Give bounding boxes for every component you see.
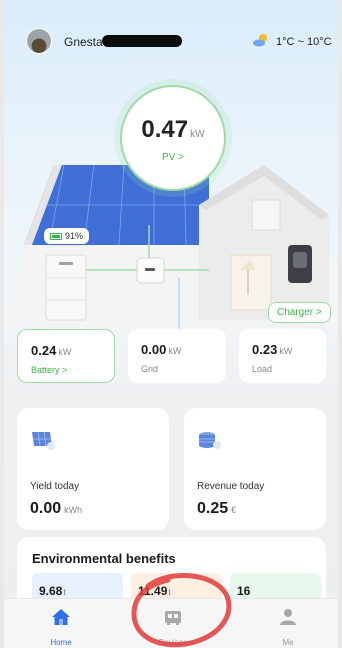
- revenue-today-card[interactable]: Revenue today 0.25 €: [184, 408, 326, 530]
- nav-devices[interactable]: Devices: [133, 603, 213, 647]
- revenue-today-value: 0.25: [197, 500, 229, 517]
- nav-me[interactable]: Me: [248, 603, 328, 647]
- yield-today-label: Yield today: [30, 481, 80, 492]
- load-power-unit: kW: [279, 346, 293, 356]
- site-name[interactable]: Gnesta: [64, 35, 103, 49]
- yield-today-value-wrap: 0.00 kWh: [30, 500, 82, 518]
- yield-today-value: 0.00: [30, 500, 62, 517]
- battery-power-unit: kW: [58, 347, 72, 357]
- battery-level-chip: 91%: [44, 228, 90, 244]
- pv-value-number: 0.47: [141, 116, 189, 143]
- env-tile-2-value: 11.49: [138, 584, 168, 598]
- env-tile-3-value: 16: [237, 584, 251, 598]
- grid-power-value: 0.00: [141, 342, 167, 357]
- grid-power-label: Grid: [141, 364, 159, 374]
- yield-today-unit: kWh: [64, 505, 83, 515]
- environmental-benefits-title: Environmental benefits: [32, 551, 176, 566]
- home-icon: [52, 609, 70, 625]
- solar-panel-icon: [32, 431, 55, 450]
- env-tile-2-unit: t: [168, 588, 171, 597]
- nav-home-label: Home: [50, 638, 72, 647]
- revenue-today-value-wrap: 0.25 €: [197, 500, 236, 518]
- person-icon: [280, 609, 296, 625]
- battery-icon: [50, 233, 62, 240]
- charger-button[interactable]: Charger >: [268, 302, 331, 323]
- revenue-today-unit: €: [231, 505, 237, 515]
- app-screen: Gnesta 1°C ~ 10°C 0.47 kW PV > 91% Charg…: [4, 0, 338, 648]
- env-tile-1-value: 9.68: [39, 584, 63, 598]
- load-power-value: 0.23: [252, 342, 278, 357]
- bottom-navigation: Home Devices Me: [4, 598, 338, 648]
- load-power-label: Load: [252, 364, 273, 374]
- devices-icon: [165, 611, 181, 625]
- load-power-card[interactable]: 0.23 kW Load: [239, 329, 326, 383]
- nav-devices-label: Devices: [158, 638, 188, 647]
- yield-today-card[interactable]: Yield today 0.00 kWh: [17, 408, 169, 530]
- env-tile-1-unit: t: [63, 588, 66, 597]
- grid-power-card[interactable]: 0.00 kW Grid: [128, 329, 226, 383]
- grid-power-unit: kW: [168, 346, 182, 356]
- revenue-today-label: Revenue today: [197, 481, 265, 492]
- battery-power-value: 0.24: [31, 343, 57, 358]
- battery-power-label: Battery >: [31, 365, 68, 375]
- pv-link[interactable]: PV >: [120, 152, 226, 163]
- partly-sunny-icon: [253, 34, 267, 47]
- weather-temperature: 1°C ~ 10°C: [276, 36, 332, 48]
- coins-icon: [199, 432, 221, 449]
- redaction-mark: [102, 35, 182, 47]
- battery-power-card[interactable]: 0.24 kW Battery >: [17, 329, 115, 383]
- site-avatar[interactable]: [26, 28, 52, 54]
- nav-home[interactable]: Home: [21, 603, 101, 647]
- pv-value-unit: kW: [190, 129, 205, 140]
- battery-percent: 91%: [65, 231, 84, 241]
- nav-me-label: Me: [282, 638, 294, 647]
- pv-power-value: 0.47 kW: [120, 116, 226, 144]
